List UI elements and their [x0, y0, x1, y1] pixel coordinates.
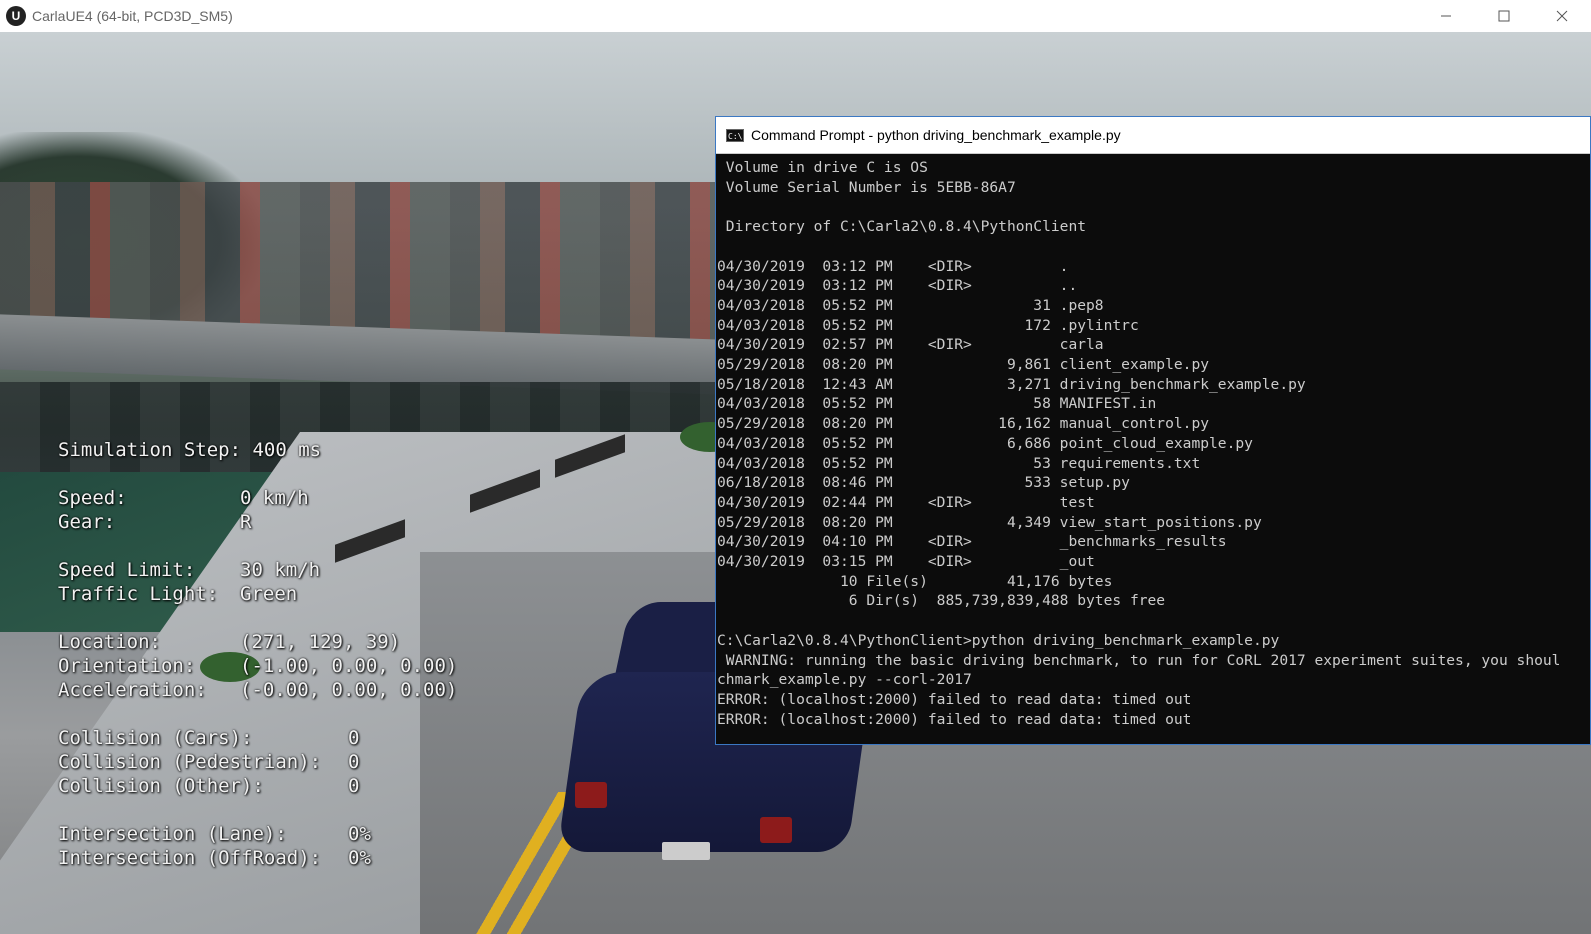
hud-label: Intersection (Lane): [58, 823, 287, 845]
window-titlebar[interactable]: U CarlaUE4 (64-bit, PCD3D_SM5) [0, 0, 1591, 32]
command-prompt-title: Command Prompt - python driving_benchmar… [751, 127, 1121, 143]
hud-value: Green [240, 583, 298, 605]
console-line: ERROR: (localhost:2000) failed to read d… [717, 710, 1192, 728]
hud-overlay: Simulation Step: 400 ms Speed: 0 km/h Gea… [58, 438, 457, 870]
command-prompt-window[interactable]: C:\ Command Prompt - python driving_benc… [715, 116, 1591, 745]
hud-label: Orientation: [58, 655, 196, 677]
console-line: 04/03/2018 05:52 PM 58 MANIFEST.in [717, 395, 1157, 413]
hud-label: Collision (Cars): [58, 727, 253, 749]
console-line: 04/30/2019 04:10 PM <DIR> _benchmarks_re… [717, 533, 1227, 551]
hud-value: 400 ms [252, 439, 322, 461]
hud-value: 0 km/h [240, 487, 309, 509]
hud-label: Collision (Other): [58, 775, 264, 797]
hud-location: Location: (271, 129, 39) [58, 630, 457, 654]
minimize-icon [1441, 15, 1451, 17]
console-line: chmark_example.py --corl-2017 [717, 671, 972, 689]
console-cursor [717, 729, 1590, 744]
minimize-button[interactable] [1417, 0, 1475, 32]
console-line: 04/03/2018 05:52 PM 6,686 point_cloud_ex… [717, 434, 1253, 452]
hud-intersection-offroad: Intersection (OffRoad): 0% [58, 846, 457, 870]
hud-collision-cars: Collision (Cars): 0 [58, 726, 457, 750]
car-taillight [575, 782, 607, 808]
command-prompt-icon: C:\ [726, 128, 744, 142]
hud-label: Speed: [58, 487, 127, 509]
console-line: 04/03/2018 05:52 PM 53 requirements.txt [717, 454, 1201, 472]
console-line: C:\Carla2\0.8.4\PythonClient>python driv… [717, 631, 1280, 649]
hud-value: 30 km/h [240, 559, 321, 581]
console-line: Volume Serial Number is 5EBB-86A7 [717, 178, 1016, 196]
hud-value: (-0.00, 0.00, 0.00) [240, 679, 458, 701]
hud-value: R [240, 511, 252, 533]
hud-value: (-1.00, 0.00, 0.00) [240, 655, 458, 677]
console-line: 05/29/2018 08:20 PM 9,861 client_example… [717, 356, 1210, 374]
console-line: 6 Dir(s) 885,739,839,488 bytes free [717, 592, 1166, 610]
hud-label: Simulation Step: [58, 439, 242, 461]
console-line: 04/30/2019 03:12 PM <DIR> . [717, 257, 1069, 275]
hud-value: (271, 129, 39) [240, 631, 401, 653]
console-line: 04/30/2019 03:15 PM <DIR> _out [717, 553, 1095, 571]
maximize-button[interactable] [1475, 0, 1533, 32]
hud-label: Collision (Pedestrian): [58, 751, 322, 773]
console-line: 04/03/2018 05:52 PM 31 .pep8 [717, 296, 1104, 314]
console-line: 04/03/2018 05:52 PM 172 .pylintrc [717, 316, 1139, 334]
close-button[interactable] [1533, 0, 1591, 32]
console-line: Volume in drive C is OS [717, 159, 928, 176]
hud-collision-pedestrian: Collision (Pedestrian): 0 [58, 750, 457, 774]
hud-speed-limit: Speed Limit: 30 km/h [58, 558, 457, 582]
hud-speed: Speed: 0 km/h [58, 486, 457, 510]
console-line: 04/30/2019 02:44 PM <DIR> test [717, 493, 1095, 511]
console-line: WARNING: running the basic driving bench… [717, 651, 1561, 669]
hud-label: Location: [58, 631, 161, 653]
hud-orientation: Orientation: (-1.00, 0.00, 0.00) [58, 654, 457, 678]
window-title: CarlaUE4 (64-bit, PCD3D_SM5) [32, 8, 233, 24]
console-line: 05/29/2018 08:20 PM 16,162 manual_contro… [717, 415, 1210, 433]
maximize-icon [1498, 10, 1510, 22]
console-line: 05/29/2018 08:20 PM 4,349 view_start_pos… [717, 513, 1262, 531]
car-license-plate [662, 842, 710, 860]
hud-gear: Gear: R [58, 510, 457, 534]
console-line: ERROR: (localhost:2000) failed to read d… [717, 690, 1192, 708]
console-line: Directory of C:\Carla2\0.8.4\PythonClien… [717, 218, 1087, 236]
hud-label: Speed Limit: [58, 559, 196, 581]
window-controls [1417, 0, 1591, 32]
console-line: 10 File(s) 41,176 bytes [717, 572, 1113, 590]
hud-intersection-lane: Intersection (Lane): 0% [58, 822, 457, 846]
unreal-logo-icon: U [6, 6, 26, 26]
hud-value: 0% [348, 823, 371, 845]
hud-value: 0% [348, 847, 371, 869]
hud-label: Acceleration: [58, 679, 207, 701]
command-prompt-titlebar[interactable]: C:\ Command Prompt - python driving_benc… [716, 117, 1590, 154]
close-icon [1556, 10, 1568, 22]
hud-label: Gear: [58, 511, 116, 533]
console-line: 04/30/2019 03:12 PM <DIR> .. [717, 277, 1078, 295]
hud-collision-other: Collision (Other): 0 [58, 774, 457, 798]
hud-value: 0 [348, 727, 360, 749]
hud-acceleration: Acceleration: (-0.00, 0.00, 0.00) [58, 678, 457, 702]
hud-label: Traffic Light: [58, 583, 219, 605]
car-taillight [760, 817, 792, 843]
console-line: 05/18/2018 12:43 AM 3,271 driving_benchm… [717, 375, 1306, 393]
hud-sim-step: Simulation Step: 400 ms [58, 438, 457, 462]
hud-traffic-light: Traffic Light: Green [58, 582, 457, 606]
hud-value: 0 [348, 751, 360, 773]
hud-value: 0 [348, 775, 360, 797]
console-line: 06/18/2018 08:46 PM 533 setup.py [717, 474, 1130, 492]
console-line: 04/30/2019 02:57 PM <DIR> carla [717, 336, 1104, 354]
console-output[interactable]: Volume in drive C is OS Volume Serial Nu… [716, 154, 1590, 744]
hud-label: Intersection (OffRoad): [58, 847, 322, 869]
